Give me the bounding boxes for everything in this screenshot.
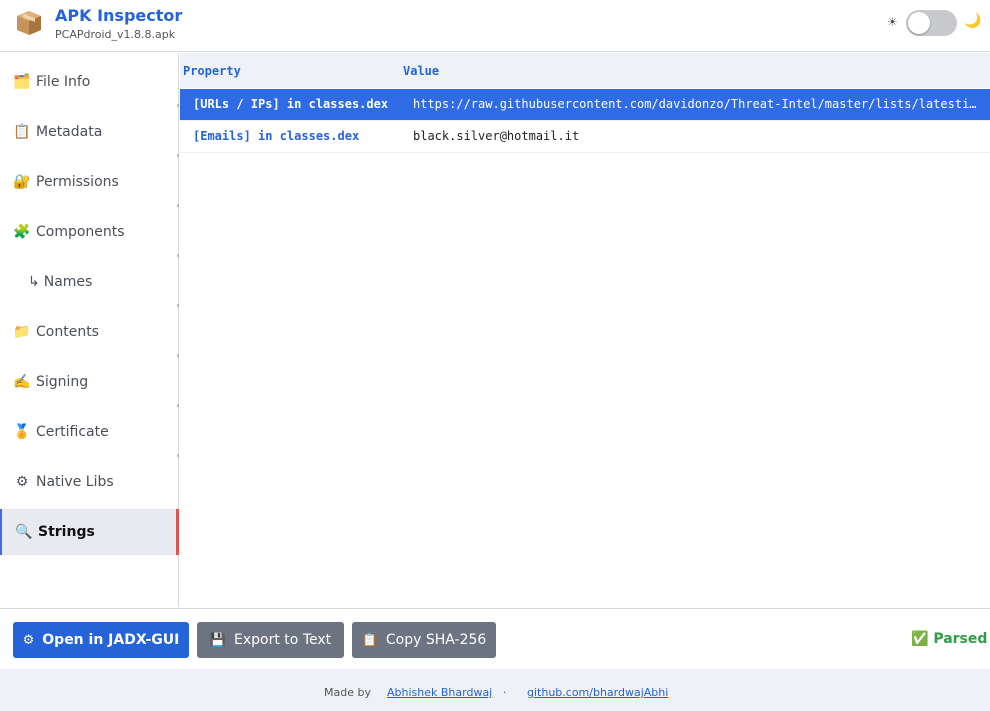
sidebar-item-label: Strings	[38, 524, 95, 540]
sidebar-item-file-info[interactable]: 🗂️ File Info	[0, 59, 179, 105]
footer-separator: ·	[503, 686, 507, 699]
sidebar-item-contents[interactable]: 📁 Contents	[0, 309, 179, 355]
sidebar-item-signing[interactable]: ✍️ Signing	[0, 359, 179, 405]
toggle-knob	[908, 12, 930, 34]
row-value: black.silver@hotmail.it	[413, 129, 580, 143]
file-cabinet-icon: 🗂️	[13, 74, 31, 90]
sidebar-item-label: Permissions	[36, 174, 119, 190]
table-row[interactable]: [Emails] in classes.dex black.silver@hot…	[180, 121, 990, 153]
footer: Made by Abhishek Bhardwaj · github.com/b…	[0, 669, 990, 711]
sidebar-item-names[interactable]: ↳ Names	[0, 259, 179, 305]
open-jadx-button[interactable]: ⚙ Open in JADX-GUI	[13, 622, 189, 658]
footer-made-by: Made by	[324, 686, 371, 699]
magnifier-icon: 🔍	[15, 524, 33, 540]
sidebar-item-label: Certificate	[36, 424, 109, 440]
check-icon: ✅	[911, 631, 929, 647]
clipboard-icon: 📋	[13, 124, 31, 140]
sidebar-item-components[interactable]: 🧩 Components	[0, 209, 179, 255]
strings-table: Property Value [URLs / IPs] in classes.d…	[180, 53, 990, 607]
puzzle-icon: 🧩	[13, 224, 31, 240]
sidebar-item-label: Signing	[36, 374, 89, 390]
sub-arrow-icon: ↳	[28, 274, 40, 290]
writing-hand-icon: ✍️	[13, 374, 31, 390]
github-link[interactable]: github.com/bhardwajAbhi	[527, 686, 668, 699]
package-icon	[17, 11, 41, 35]
divider-tick	[177, 304, 179, 307]
divider-tick	[177, 354, 179, 357]
author-link[interactable]: Abhishek Bhardwaj	[387, 686, 492, 699]
button-label: Open in JADX-GUI	[42, 632, 180, 648]
divider-tick	[177, 404, 179, 407]
sidebar-item-label: File Info	[36, 74, 91, 90]
sidebar-item-label: Names	[43, 274, 93, 290]
button-label: Copy SHA-256	[385, 632, 487, 648]
sidebar-item-certificate[interactable]: 🏅 Certificate	[0, 409, 179, 455]
sidebar-item-label: Contents	[36, 324, 99, 340]
row-property: [URLs / IPs] in classes.dex	[193, 97, 389, 111]
moon-icon: 🌙	[964, 13, 982, 29]
divider-tick	[177, 204, 179, 207]
floppy-disk-icon: 💾	[209, 632, 227, 648]
app-header: APK Inspector PCAPdroid_v1.8.8.apk ☀ 🌙	[0, 0, 990, 52]
button-label: Export to Text	[234, 632, 332, 648]
divider-tick	[177, 104, 179, 107]
sidebar-item-label: Components	[36, 224, 125, 240]
column-header-value[interactable]: Value	[403, 64, 439, 78]
app-title: APK Inspector	[55, 6, 183, 25]
folder-icon: 📁	[13, 324, 31, 340]
export-text-button[interactable]: 💾 Export to Text	[197, 622, 344, 658]
sun-icon: ☀	[887, 15, 898, 29]
divider-tick	[177, 154, 179, 157]
apk-filename: PCAPdroid_v1.8.8.apk	[55, 28, 176, 41]
sidebar-item-permissions[interactable]: 🔐 Permissions	[0, 159, 179, 205]
gear-icon: ⚙	[15, 474, 29, 490]
sidebar-item-metadata[interactable]: 📋 Metadata	[0, 109, 179, 155]
medal-icon: 🏅	[13, 424, 31, 440]
sidebar-item-label: Metadata	[36, 124, 103, 140]
theme-toggle[interactable]	[906, 10, 957, 36]
sidebar-item-native-libs[interactable]: ⚙ Native Libs	[0, 459, 179, 505]
table-row[interactable]: [URLs / IPs] in classes.dex https://raw.…	[180, 89, 990, 121]
parse-status: ✅ Parsed	[911, 631, 987, 647]
lock-key-icon: 🔐	[13, 174, 31, 190]
status-label: Parsed	[933, 631, 988, 647]
sidebar-item-strings[interactable]: 🔍 Strings	[0, 509, 179, 555]
copy-sha256-button[interactable]: 📋 Copy SHA-256	[352, 622, 496, 658]
sidebar-item-label: Native Libs	[36, 474, 114, 490]
clipboard-icon: 📋	[361, 632, 378, 648]
column-header-property[interactable]: Property	[183, 64, 241, 78]
divider-tick	[177, 454, 179, 457]
divider-tick	[177, 254, 179, 257]
table-header	[180, 53, 990, 88]
row-property: [Emails] in classes.dex	[193, 129, 360, 143]
action-toolbar: ⚙ Open in JADX-GUI 💾 Export to Text 📋 Co…	[0, 608, 990, 668]
gear-icon: ⚙	[22, 632, 35, 648]
sidebar: 🗂️ File Info 📋 Metadata 🔐 Permissions 🧩 …	[0, 53, 179, 607]
row-value: https://raw.githubusercontent.com/davido…	[413, 97, 983, 111]
